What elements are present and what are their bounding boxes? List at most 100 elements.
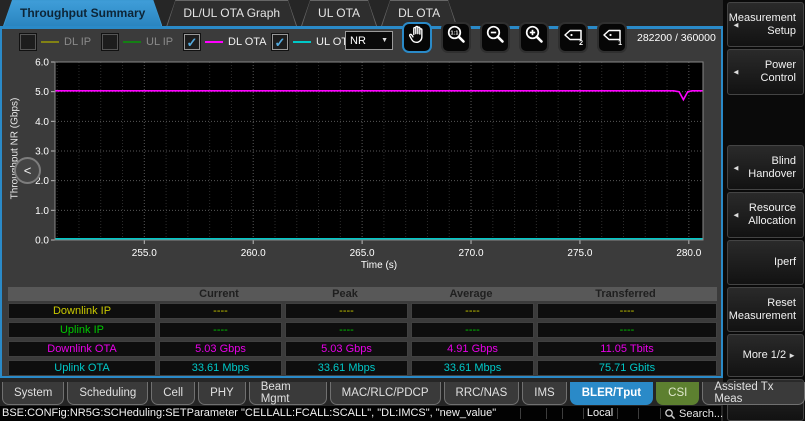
series-color-swatch (205, 41, 223, 43)
throughput-summary-window: Throughput SummaryDL/UL OTA GraphUL OTA D… (0, 0, 805, 421)
svg-text:280.0: 280.0 (676, 248, 701, 259)
tab-rrc-nas[interactable]: RRC/NAS (444, 382, 520, 405)
cell-uplink-ota-transferred: 75.71 Gbits (537, 360, 717, 376)
local-indicator[interactable]: Local (583, 406, 617, 421)
marker-2-icon: 2 (562, 24, 584, 51)
legend-group-ul-ota: ✓UL OTA (272, 33, 355, 51)
tab-dl-ul-ota-graph[interactable]: DL/UL OTA Graph (166, 0, 297, 26)
svg-text:270.0: 270.0 (459, 248, 484, 259)
zoom-in-button[interactable] (519, 22, 549, 53)
zoom-one-to-one-icon: 1:1 (445, 24, 467, 51)
scpi-command-text: BSE:CONFig:NR5G:SCHeduling:SETParameter … (2, 406, 496, 421)
cell-uplink-ota-average: 33.61 Mbps (411, 360, 534, 376)
table-header-row: CurrentPeakAverageTransferred (8, 287, 717, 301)
search-button[interactable]: Search... (664, 406, 723, 421)
cell-uplink-ota-current: 33.61 Mbps (159, 360, 282, 376)
tab-csi[interactable]: CSI (656, 382, 699, 405)
marker-2-button[interactable]: 2 (558, 22, 588, 53)
svg-text:Time (s): Time (s) (361, 260, 397, 271)
column-header-peak: Peak (282, 287, 408, 301)
cell-downlink-ip-transferred: ---- (537, 303, 717, 319)
statusbar-divider (546, 408, 547, 419)
zoom-in-icon (523, 24, 545, 51)
checkbox-ul-ota[interactable]: ✓ (272, 34, 288, 50)
marker-1-icon: 1 (601, 24, 623, 51)
power-control-button[interactable]: ◄Power Control (727, 49, 804, 95)
technology-select[interactable]: NR ▼ (345, 31, 393, 50)
tab-scheduling[interactable]: Scheduling (67, 382, 148, 405)
tab-mac-rlc-pdcp[interactable]: MAC/RLC/PDCP (330, 382, 441, 405)
tab-bler-tput[interactable]: BLER/Tput (570, 382, 653, 405)
statusbar-divider (617, 408, 618, 419)
checkbox-ul-ip[interactable] (102, 34, 118, 50)
tab-system[interactable]: System (2, 382, 64, 405)
table-row-uplink-ip: Uplink IP---------------- (8, 322, 717, 338)
pan-tool-icon (406, 24, 428, 51)
statusbar-divider (638, 408, 639, 419)
table-row-downlink-ip: Downlink IP---------------- (8, 303, 717, 319)
collapse-panel-button[interactable]: < (14, 157, 41, 184)
throughput-chart[interactable]: 255.0260.0265.0270.0275.0280.00.01.02.03… (28, 58, 718, 273)
row-label: Downlink IP (8, 303, 156, 319)
left-arrow-icon: ◄ (732, 18, 740, 31)
svg-text:260.0: 260.0 (241, 248, 266, 259)
svg-text:6.0: 6.0 (35, 58, 49, 69)
svg-text:0.0: 0.0 (35, 236, 49, 247)
search-icon (664, 408, 676, 420)
reset-measurement-button[interactable]: Reset Measurement (727, 287, 804, 332)
resource-allocation-button[interactable]: ◄Resource Allocation (727, 192, 804, 238)
series-color-swatch (123, 41, 141, 43)
zoom-out-button[interactable] (480, 22, 510, 53)
cell-uplink-ip-peak: ---- (285, 322, 408, 338)
legend-group-dl-ip: DL IP (20, 33, 91, 51)
statusbar-divider (562, 408, 563, 419)
table-row-uplink-ota: Uplink OTA33.61 Mbps33.61 Mbps33.61 Mbps… (8, 360, 717, 376)
svg-text:275.0: 275.0 (567, 248, 592, 259)
row-label: Uplink OTA (8, 360, 156, 376)
checkbox-dl-ota[interactable]: ✓ (184, 34, 200, 50)
cell-downlink-ip-average: ---- (411, 303, 534, 319)
iperf-button[interactable]: Iperf (727, 240, 804, 285)
softkey-label: Power Control (740, 59, 796, 85)
bottom-tab-bar: SystemSchedulingCellPHYBeam MgmtMAC/RLC/… (2, 382, 805, 405)
svg-text:5.0: 5.0 (35, 87, 49, 98)
check-icon: ✓ (275, 36, 286, 49)
svg-text:2: 2 (579, 40, 583, 46)
svg-text:1.0: 1.0 (35, 206, 49, 217)
more-1-2-button[interactable]: More 1/2► (727, 334, 804, 377)
cell-uplink-ip-average: ---- (411, 322, 534, 338)
tab-assisted-tx-meas[interactable]: Assisted Tx Meas (702, 382, 805, 405)
marker-1-button[interactable]: 1 (597, 22, 627, 53)
cell-downlink-ip-current: ---- (159, 303, 282, 319)
svg-text:1: 1 (618, 40, 622, 46)
cell-uplink-ip-current: ---- (159, 322, 282, 338)
legend-group-dl-ota: ✓DL OTA (184, 33, 267, 51)
pan-tool-button[interactable] (402, 22, 432, 53)
softkey-label: Blind Handover (740, 155, 796, 181)
legend-label: DL IP (64, 36, 91, 48)
cell-downlink-ip-peak: ---- (285, 303, 408, 319)
cell-uplink-ip-transferred: ---- (537, 322, 717, 338)
y-axis-label: Throughput NR (Gbps) (10, 74, 21, 224)
blind-handover-button[interactable]: ◄Blind Handover (727, 145, 804, 190)
tab-ul-ota[interactable]: UL OTA (301, 0, 377, 26)
tab-throughput-summary[interactable]: Throughput Summary (3, 0, 162, 26)
row-label: Downlink OTA (8, 341, 156, 357)
left-arrow-icon: ◄ (732, 66, 740, 79)
tab-beam-mgmt[interactable]: Beam Mgmt (249, 382, 327, 405)
checkbox-dl-ip[interactable] (20, 34, 36, 50)
status-bar: BSE:CONFig:NR5G:SCHeduling:SETParameter … (0, 406, 721, 421)
measurement-setup-button[interactable]: ◄Measurement Setup (727, 2, 804, 47)
svg-text:4.0: 4.0 (35, 117, 49, 128)
svg-text:255.0: 255.0 (132, 248, 157, 259)
svg-text:1:1: 1:1 (451, 31, 459, 37)
left-arrow-icon: ◄ (732, 209, 740, 222)
tab-phy[interactable]: PHY (198, 382, 246, 405)
softkey-label: Iperf (774, 256, 796, 269)
legend-label: UL IP (146, 36, 173, 48)
statusbar-divider (520, 408, 521, 419)
column-header-average: Average (408, 287, 534, 301)
tab-ims[interactable]: IMS (522, 382, 566, 405)
zoom-one-to-one-button[interactable]: 1:1 (441, 22, 471, 53)
tab-cell[interactable]: Cell (151, 382, 195, 405)
